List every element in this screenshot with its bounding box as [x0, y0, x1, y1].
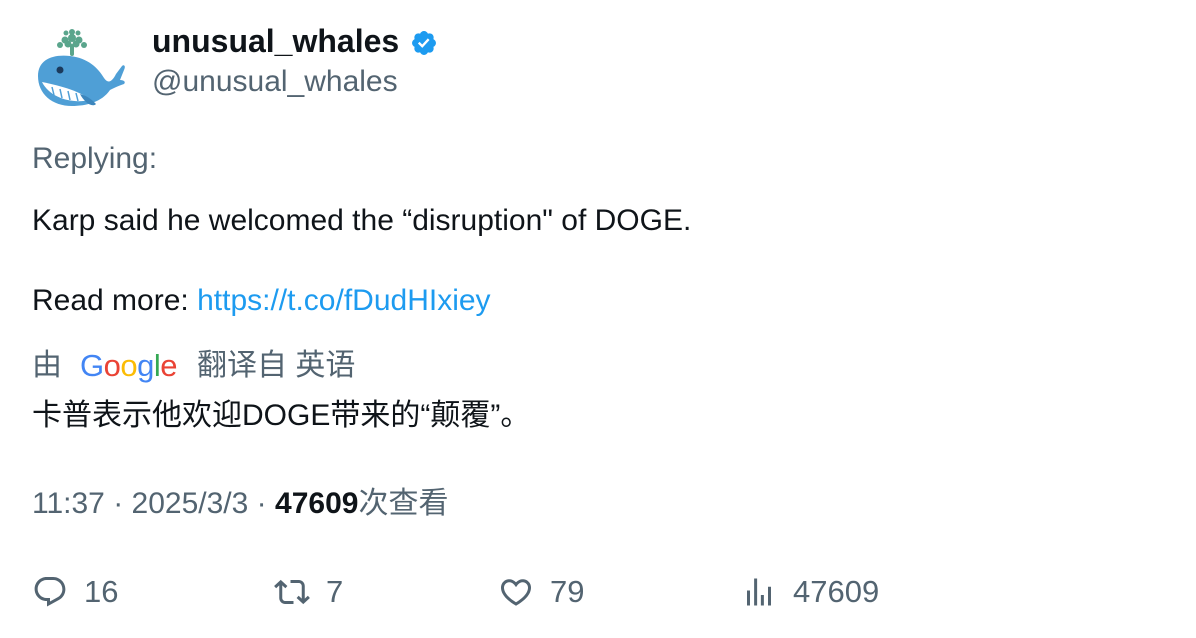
- post-time[interactable]: 11:37: [32, 487, 105, 520]
- display-name[interactable]: unusual_whales: [152, 20, 399, 62]
- translation-prefix: 由: [32, 349, 62, 382]
- reply-count: 16: [84, 574, 119, 609]
- like-count: 79: [550, 574, 585, 609]
- like-button[interactable]: 79: [498, 570, 584, 614]
- meta-separator: ·: [113, 487, 124, 520]
- verified-badge: [410, 29, 438, 57]
- replying-label: Replying:: [32, 142, 158, 175]
- user-handle[interactable]: @unusual_whales: [152, 62, 398, 102]
- read-more-line: Read more: https://t.co/fDudHIxiey: [32, 281, 491, 321]
- views-button[interactable]: 47609: [741, 570, 879, 614]
- meta-separator: ·: [256, 487, 267, 520]
- views-icon: [747, 578, 771, 606]
- verified-badge-icon: [412, 31, 436, 55]
- google-logo-letter: G: [80, 348, 104, 383]
- retweet-icon: [274, 579, 310, 605]
- google-logo-letter: g: [137, 348, 154, 383]
- retweet-button[interactable]: 7: [274, 570, 343, 614]
- post-link[interactable]: https://t.co/fDudHIxiey: [197, 284, 490, 317]
- translation-suffix: 翻译自 英语: [197, 349, 356, 382]
- translated-text: 卡普表示他欢迎DOGE带来的“颠覆”。: [32, 399, 531, 432]
- google-logo-letter: o: [103, 348, 121, 383]
- views-label: 次查看: [358, 487, 449, 520]
- retweet-count: 7: [326, 574, 344, 609]
- reply-button[interactable]: 16: [32, 570, 118, 614]
- views-action-count: 47609: [793, 574, 880, 609]
- avatar[interactable]: [32, 24, 128, 114]
- views-count: 47609: [275, 487, 359, 520]
- google-logo: Google: [80, 346, 178, 386]
- translation-attribution[interactable]: 由 Google 翻译自 英语: [32, 346, 355, 386]
- read-more-label: Read more:: [32, 284, 189, 317]
- post-meta: 11:37 · 2025/3/3 · 47609次查看: [32, 484, 448, 524]
- google-logo-letter: o: [120, 348, 138, 383]
- post-text-line: Karp said he welcomed the “disruption" o…: [32, 204, 692, 237]
- reply-icon: [34, 577, 66, 607]
- like-icon: [500, 579, 532, 606]
- whale-avatar-icon: [38, 29, 125, 106]
- google-logo-letter: e: [160, 348, 178, 383]
- post-date[interactable]: 2025/3/3: [132, 487, 249, 520]
